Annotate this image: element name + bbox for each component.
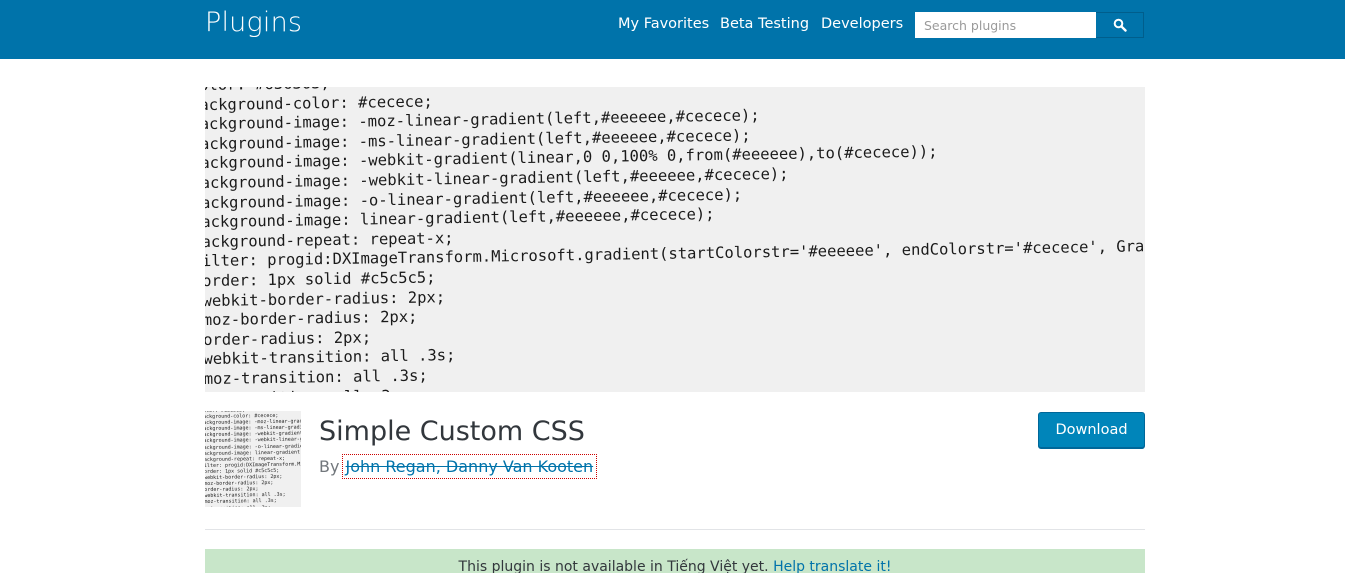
plugin-byline: By John Regan, Danny Van Kooten (319, 454, 598, 479)
nav-beta-testing[interactable]: Beta Testing (720, 16, 809, 36)
page-title: Plugins (205, 7, 303, 38)
translation-notice: This plugin is not available in Tiếng Vi… (205, 549, 1145, 573)
divider (205, 529, 1145, 530)
help-translate-link[interactable]: Help translate it! (773, 559, 891, 573)
by-label: By (319, 457, 345, 476)
nav-developers[interactable]: Developers (821, 16, 903, 36)
search-icon (1113, 18, 1127, 32)
site-header: Plugins My Favorites Beta Testing Develo… (0, 0, 1345, 59)
search-input[interactable] (915, 12, 1096, 38)
plugin-title: Simple Custom CSS (319, 416, 585, 447)
plugin-banner: olor: #636363;ackground-color: #cecece;a… (205, 87, 1145, 392)
notice-text: This plugin is not available in Tiếng Vi… (458, 559, 774, 573)
nav-my-favorites[interactable]: My Favorites (618, 16, 709, 36)
search-button[interactable] (1096, 12, 1144, 38)
banner-code-image: olor: #636363;ackground-color: #cecece;a… (205, 87, 1145, 392)
download-button[interactable]: Download (1038, 412, 1145, 448)
plugin-authors-link[interactable]: John Regan, Danny Van Kooten (341, 454, 598, 479)
plugin-icon: olor: #636363;ackground-color: #cecece;a… (205, 411, 301, 507)
